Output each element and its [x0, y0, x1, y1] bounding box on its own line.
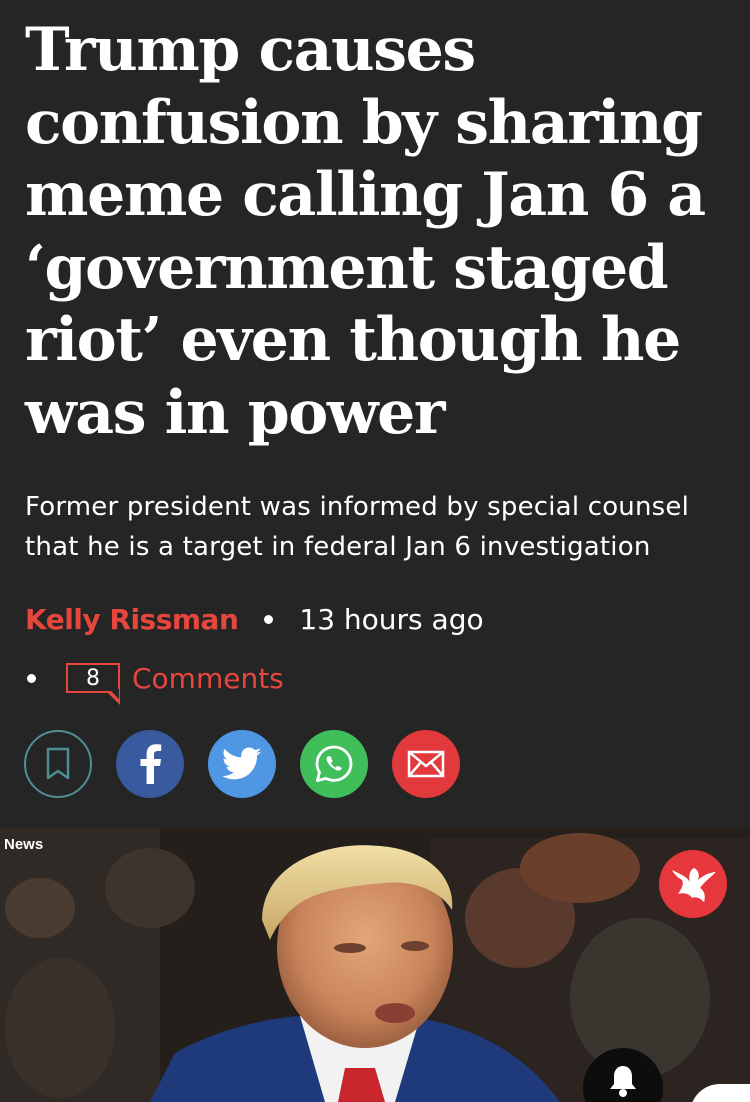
separator-dot	[27, 673, 36, 683]
comments-label[interactable]: Comments	[132, 662, 284, 695]
eagle-logo-icon	[672, 868, 716, 902]
byline: Kelly Rissman 13 hours ago	[25, 599, 484, 639]
twitter-icon	[222, 747, 262, 780]
video-category-label: News	[4, 836, 44, 853]
bookmark-button[interactable]	[24, 730, 92, 798]
email-icon	[407, 750, 445, 778]
bookmark-icon	[46, 747, 70, 780]
author-link[interactable]: Kelly Rissman	[25, 603, 239, 636]
facebook-icon	[140, 744, 162, 784]
headline: Trump causes confusion by sharing meme c…	[25, 15, 706, 448]
comment-bubble-tail	[106, 689, 120, 705]
twitter-share-button[interactable]	[208, 730, 276, 798]
comment-count-icon[interactable]: 8	[66, 663, 120, 705]
whatsapp-share-button[interactable]	[300, 730, 368, 798]
comments-link[interactable]: 8 Comments	[25, 655, 284, 705]
email-share-button[interactable]	[392, 730, 460, 798]
facebook-share-button[interactable]	[116, 730, 184, 798]
timestamp: 13 hours ago	[299, 602, 484, 636]
separator-dot	[264, 614, 274, 624]
whatsapp-icon	[315, 745, 353, 782]
bell-icon	[610, 1066, 636, 1097]
article-header: Trump causes confusion by sharing meme c…	[0, 0, 750, 828]
standfirst: Former president was informed by special…	[25, 492, 690, 562]
video-player[interactable]: News	[0, 828, 750, 1102]
comment-count: 8	[86, 665, 100, 691]
publisher-logo	[659, 850, 727, 918]
share-bar	[24, 730, 460, 798]
